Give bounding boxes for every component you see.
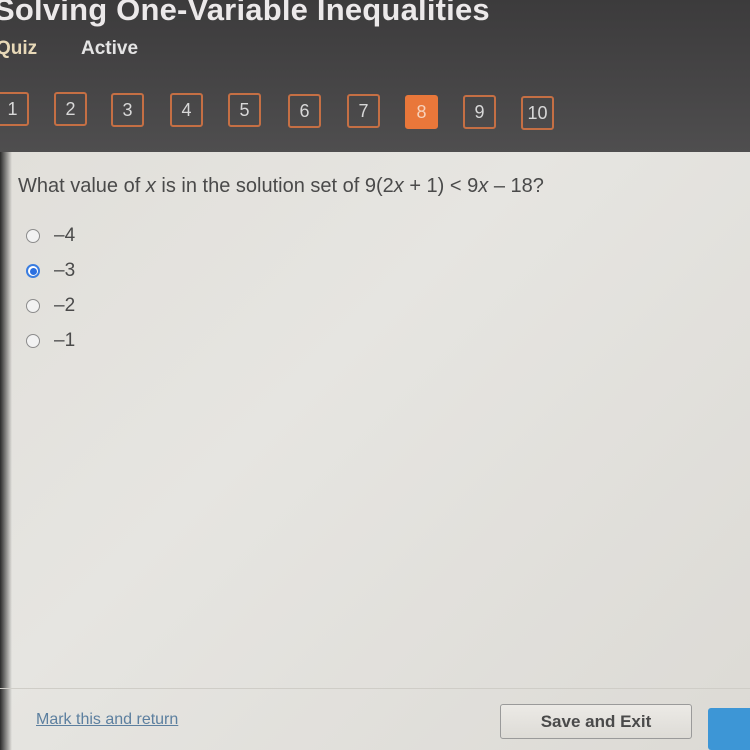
answer-option-4[interactable]: –1 xyxy=(26,327,75,355)
save-and-exit-button[interactable]: Save and Exit xyxy=(500,704,692,739)
screen-bezel-edge xyxy=(0,152,12,750)
answer-option-2-selected[interactable]: –3 xyxy=(26,257,75,285)
question-nav-10[interactable]: 10 xyxy=(521,96,554,130)
quiz-header: Solving One-Variable Inequalities Quiz A… xyxy=(0,0,750,152)
question-variable: x xyxy=(145,175,156,197)
mark-and-return-link[interactable]: Mark this and return xyxy=(36,711,178,729)
question-variable: x xyxy=(478,175,489,197)
answer-option-1[interactable]: –4 xyxy=(26,222,75,250)
quiz-type-label: Quiz xyxy=(0,38,38,59)
next-button[interactable] xyxy=(708,708,750,750)
answer-option-label: –4 xyxy=(54,225,76,246)
question-nav-7[interactable]: 7 xyxy=(347,94,380,128)
answer-option-label: –2 xyxy=(54,295,76,316)
answer-option-label: –1 xyxy=(54,330,76,351)
radio-button-checked-icon[interactable] xyxy=(26,264,40,278)
radio-button-icon[interactable] xyxy=(26,229,40,243)
question-middle: is in the solution set of 9(2 xyxy=(155,175,394,197)
question-nav-8-current[interactable]: 8 xyxy=(405,95,438,129)
quiz-status-label: Active xyxy=(81,38,139,59)
question-nav-6[interactable]: 6 xyxy=(288,94,321,128)
page-title: Solving One-Variable Inequalities xyxy=(0,0,490,27)
question-suffix: – 18? xyxy=(488,175,544,197)
radio-button-icon[interactable] xyxy=(26,334,40,348)
question-nav-3[interactable]: 3 xyxy=(111,93,144,127)
question-nav-9[interactable]: 9 xyxy=(463,95,496,129)
answer-option-label: –3 xyxy=(54,260,76,281)
question-nav-1[interactable]: 1 xyxy=(0,92,29,126)
answer-option-3[interactable]: –2 xyxy=(26,292,75,320)
question-panel: What value of x is in the solution set o… xyxy=(0,152,750,750)
question-variable: x xyxy=(393,175,404,197)
footer-divider xyxy=(0,688,750,689)
question-nav-4[interactable]: 4 xyxy=(170,93,203,127)
question-text: What value of x is in the solution set o… xyxy=(18,175,544,198)
question-nav-5[interactable]: 5 xyxy=(228,93,261,127)
radio-button-icon[interactable] xyxy=(26,299,40,313)
question-nav-2[interactable]: 2 xyxy=(54,92,87,126)
question-prefix: What value of xyxy=(18,175,146,197)
question-middle2: + 1) < 9 xyxy=(403,175,479,197)
